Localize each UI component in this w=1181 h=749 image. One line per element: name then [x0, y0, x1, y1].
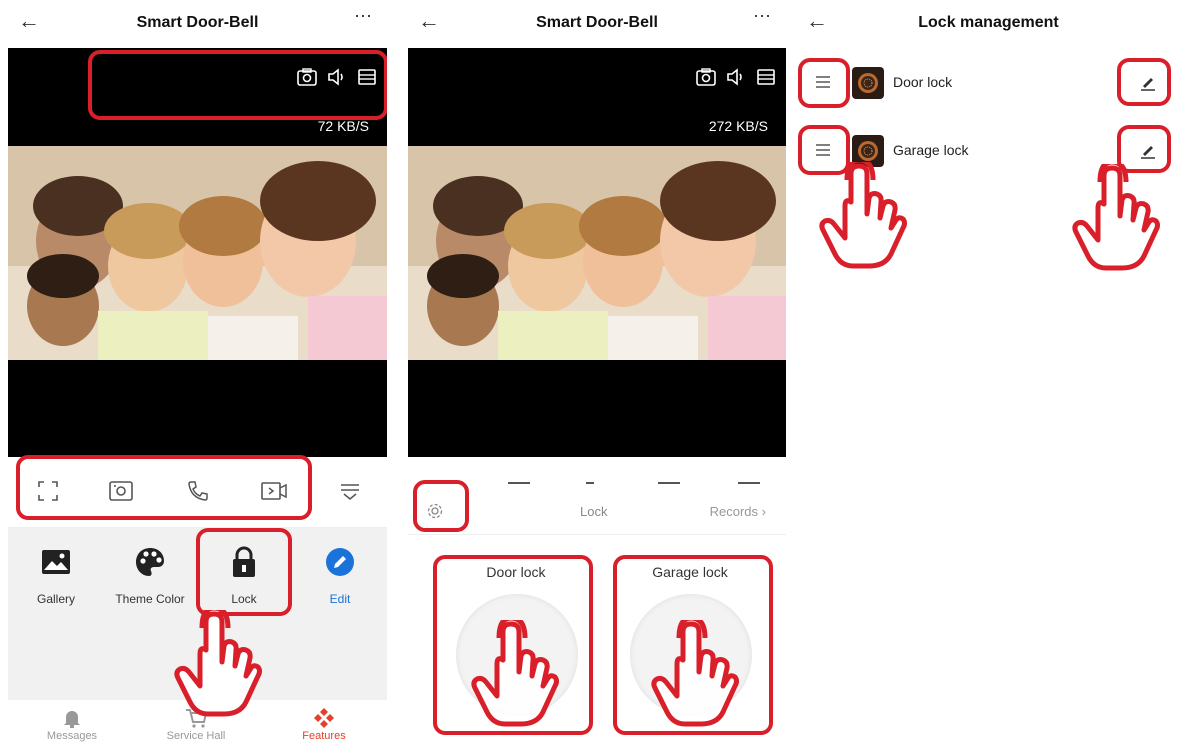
lock-card-label: Garage lock	[652, 564, 728, 580]
drag-handle-icon[interactable]	[814, 73, 832, 91]
video-toolbar	[696, 68, 776, 86]
pencil-icon[interactable]	[1137, 139, 1159, 161]
fullscreen-icon[interactable]	[36, 479, 60, 503]
features-panel: Gallery Theme Color Lock Edit	[8, 528, 387, 700]
lock-management-screen: ← Lock management Door lock Garage lock	[796, 0, 1181, 749]
doorbell-screen: ← Smart Door-Bell ⋯ 72 KB/S Gallery Them…	[8, 0, 387, 749]
tab-service-hall[interactable]: Service Hall	[146, 706, 246, 742]
video-frame-image	[408, 146, 786, 360]
speaker-icon[interactable]	[726, 68, 746, 86]
lock-thumbnail	[852, 135, 884, 167]
app-header: ← Lock management	[796, 0, 1181, 46]
list-item: Garage lock	[796, 131, 1181, 171]
screenshot-icon[interactable]	[108, 479, 134, 503]
edit-icon	[326, 548, 354, 576]
records-link[interactable]: Records ›	[710, 504, 766, 519]
scroll-hint-strip	[408, 472, 786, 488]
page-title: Smart Door-Bell	[536, 14, 658, 31]
cart-icon	[186, 709, 207, 728]
tab-label: Service Hall	[166, 730, 226, 742]
call-icon[interactable]	[186, 479, 210, 503]
app-header: ← Smart Door-Bell ⋯	[8, 0, 387, 46]
camera-snapshot-icon[interactable]	[696, 68, 716, 86]
tap-hand-icon	[1072, 164, 1160, 271]
lock-card-door[interactable]: Door lock	[436, 554, 596, 734]
feature-label: Theme Color	[115, 592, 185, 606]
doorbell-lock-screen: ← Smart Door-Bell ⋯ 272 KB/S Lock Record…	[408, 0, 786, 749]
feature-theme-color[interactable]: Theme Color	[105, 544, 195, 606]
feature-label: Gallery	[36, 592, 75, 606]
features-icon	[314, 708, 334, 728]
records-label: Records	[709, 504, 759, 519]
lock-card-garage[interactable]: Garage lock	[610, 554, 770, 734]
live-video[interactable]: 72 KB/S	[8, 48, 387, 457]
app-header: ← Smart Door-Bell ⋯	[408, 0, 786, 46]
more-dots-icon[interactable]: ⋯	[354, 6, 373, 27]
unlock-button[interactable]	[456, 594, 578, 716]
bottom-tab-bar: Messages Service Hall Features	[8, 700, 387, 749]
feature-lock[interactable]: Lock	[199, 544, 289, 606]
lock-name: Door lock	[893, 74, 953, 90]
image-icon	[42, 550, 70, 574]
record-video-icon[interactable]	[260, 479, 288, 503]
tab-messages[interactable]: Messages	[22, 706, 122, 742]
bitrate-readout: 72 KB/S	[317, 118, 369, 134]
drag-handle-icon[interactable]	[814, 141, 832, 159]
lock-name: Garage lock	[893, 142, 969, 158]
feature-gallery[interactable]: Gallery	[11, 544, 101, 606]
bell-icon	[64, 711, 80, 728]
more-dots-icon[interactable]: ⋯	[753, 6, 772, 27]
tap-hand-icon	[819, 162, 907, 269]
page-title: Smart Door-Bell	[136, 14, 259, 31]
page-title: Lock management	[918, 14, 1059, 31]
video-frame-image	[8, 146, 387, 360]
control-bar	[8, 459, 387, 528]
video-toolbar	[297, 68, 377, 86]
lock-icon	[233, 546, 255, 577]
feature-edit[interactable]: Edit	[295, 544, 385, 606]
chevron-right-icon: ›	[761, 504, 766, 519]
unlock-button[interactable]	[630, 594, 752, 716]
live-video[interactable]: 272 KB/S	[408, 48, 786, 457]
bitrate-readout: 272 KB/S	[708, 118, 768, 134]
layout-icon[interactable]	[756, 68, 776, 86]
tab-features[interactable]: Features	[274, 706, 374, 742]
layout-icon[interactable]	[357, 68, 377, 86]
gear-icon[interactable]	[426, 502, 444, 520]
feature-label: Lock	[231, 592, 257, 606]
speaker-icon[interactable]	[327, 68, 347, 86]
list-item: Door lock	[796, 63, 1181, 103]
camera-snapshot-icon[interactable]	[297, 68, 317, 86]
pencil-icon[interactable]	[1137, 71, 1159, 93]
lock-tab-bar: Lock Records ›	[408, 490, 786, 535]
feature-label: Edit	[329, 592, 351, 606]
palette-icon	[136, 548, 164, 576]
lock-card-label: Door lock	[486, 564, 546, 580]
tab-label: Messages	[46, 730, 98, 742]
tab-lock[interactable]: Lock	[580, 504, 607, 519]
lock-thumbnail	[852, 67, 884, 99]
tab-label: Features	[302, 730, 346, 742]
collapse-menu-icon[interactable]	[338, 479, 362, 503]
